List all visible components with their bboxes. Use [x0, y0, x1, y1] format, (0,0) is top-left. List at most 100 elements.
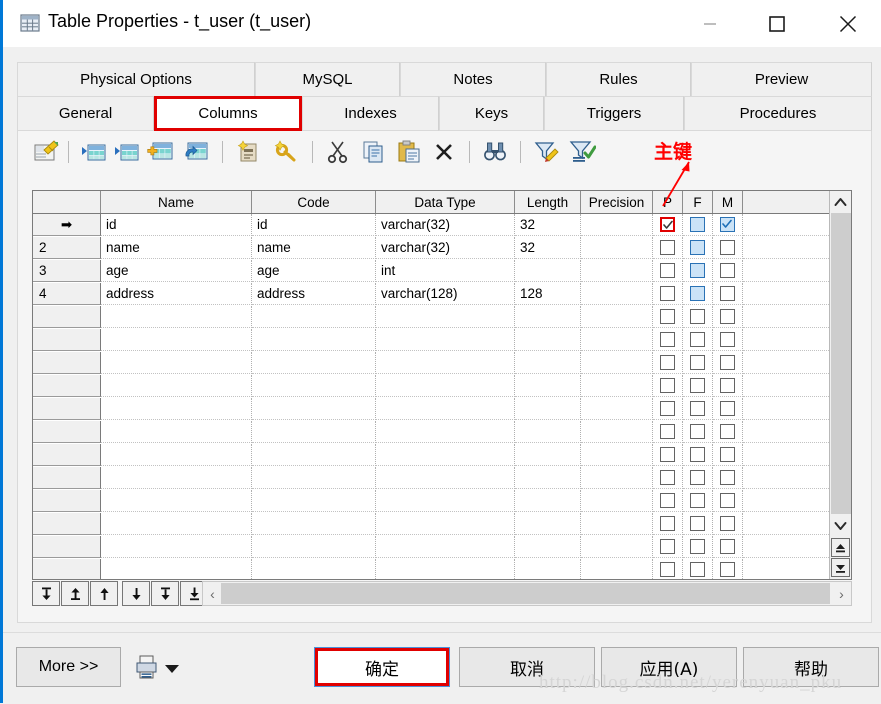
insert-row-before-icon[interactable] — [113, 138, 141, 166]
cell-code[interactable] — [252, 513, 376, 535]
cell-name[interactable] — [101, 444, 252, 466]
cell-name[interactable] — [101, 490, 252, 512]
customize-columns-icon[interactable] — [532, 138, 560, 166]
cell-datatype[interactable]: varchar(32) — [376, 237, 515, 259]
cell-datatype[interactable] — [376, 306, 515, 328]
tab-physical-options[interactable]: Physical Options — [17, 62, 255, 97]
checkbox-f[interactable] — [690, 539, 705, 554]
cell-length[interactable] — [515, 444, 581, 466]
cell-code[interactable] — [252, 536, 376, 558]
checkbox-m[interactable] — [720, 217, 735, 232]
cell-datatype[interactable]: varchar(128) — [376, 283, 515, 305]
cell-f[interactable] — [683, 559, 713, 579]
table-row[interactable] — [33, 306, 851, 329]
checkbox-m[interactable] — [720, 401, 735, 416]
checkbox-p[interactable] — [660, 493, 675, 508]
cell-precision[interactable] — [581, 306, 653, 328]
table-row[interactable] — [33, 329, 851, 352]
row-header[interactable]: 2 — [33, 237, 101, 259]
cell-code[interactable] — [252, 329, 376, 351]
add-key-icon[interactable] — [272, 138, 300, 166]
checkbox-m[interactable] — [720, 309, 735, 324]
row-header[interactable] — [33, 559, 101, 579]
cell-m[interactable] — [713, 559, 743, 579]
cell-f[interactable] — [683, 513, 713, 535]
checkbox-m[interactable] — [720, 562, 735, 577]
cell-precision[interactable] — [581, 398, 653, 420]
cell-f[interactable] — [683, 329, 713, 351]
cell-code[interactable]: name — [252, 237, 376, 259]
checkbox-f[interactable] — [690, 217, 705, 232]
row-header[interactable] — [33, 352, 101, 374]
row-header[interactable] — [33, 490, 101, 512]
table-row[interactable] — [33, 559, 851, 579]
row-header[interactable] — [33, 398, 101, 420]
cell-precision[interactable] — [581, 283, 653, 305]
cell-datatype[interactable] — [376, 467, 515, 489]
cell-name[interactable] — [101, 421, 252, 443]
grid-header-datatype[interactable]: Data Type — [376, 191, 515, 213]
checkbox-m[interactable] — [720, 355, 735, 370]
checkbox-p[interactable] — [660, 286, 675, 301]
checkbox-m[interactable] — [720, 493, 735, 508]
table-row[interactable] — [33, 490, 851, 513]
cell-p[interactable] — [653, 283, 683, 305]
cell-spare[interactable] — [743, 260, 829, 282]
cell-precision[interactable] — [581, 375, 653, 397]
cell-spare[interactable] — [743, 490, 829, 512]
cell-m[interactable] — [713, 283, 743, 305]
checkbox-p[interactable] — [660, 424, 675, 439]
cell-p[interactable] — [653, 467, 683, 489]
cell-p[interactable] — [653, 398, 683, 420]
grid-header-m[interactable]: M — [713, 191, 743, 213]
grid-header-length[interactable]: Length — [515, 191, 581, 213]
cell-code[interactable] — [252, 352, 376, 374]
cell-p[interactable] — [653, 444, 683, 466]
cell-f[interactable] — [683, 398, 713, 420]
table-row[interactable]: 2 name name varchar(32) 32 — [33, 237, 851, 260]
checkbox-p[interactable] — [660, 217, 675, 232]
cell-code[interactable] — [252, 444, 376, 466]
hscroll-right-arrow[interactable]: › — [833, 582, 850, 605]
checkbox-f[interactable] — [690, 424, 705, 439]
table-row[interactable] — [33, 352, 851, 375]
cell-length[interactable] — [515, 467, 581, 489]
properties-icon[interactable] — [32, 138, 60, 166]
checkbox-f[interactable] — [690, 470, 705, 485]
cell-f[interactable] — [683, 421, 713, 443]
checkbox-f[interactable] — [690, 286, 705, 301]
cell-code[interactable] — [252, 421, 376, 443]
row-header[interactable] — [33, 421, 101, 443]
row-header[interactable]: 4 — [33, 283, 101, 305]
cell-length[interactable] — [515, 536, 581, 558]
tab-triggers[interactable]: Triggers — [544, 96, 684, 131]
cell-name[interactable]: age — [101, 260, 252, 282]
copy-icon[interactable] — [360, 138, 388, 166]
cell-spare[interactable] — [743, 559, 829, 579]
print-icon[interactable] — [136, 655, 158, 679]
paste-icon[interactable] — [395, 138, 423, 166]
cell-length[interactable]: 32 — [515, 237, 581, 259]
checkbox-f[interactable] — [690, 447, 705, 462]
grid-header-rownum[interactable] — [33, 191, 101, 213]
cell-m[interactable] — [713, 214, 743, 236]
table-row[interactable] — [33, 398, 851, 421]
cell-m[interactable] — [713, 329, 743, 351]
cell-spare[interactable] — [743, 352, 829, 374]
checkbox-p[interactable] — [660, 332, 675, 347]
cell-datatype[interactable]: varchar(32) — [376, 214, 515, 236]
checkbox-m[interactable] — [720, 332, 735, 347]
cell-length[interactable] — [515, 260, 581, 282]
checkbox-f[interactable] — [690, 355, 705, 370]
cell-p[interactable] — [653, 329, 683, 351]
cell-p[interactable] — [653, 490, 683, 512]
cell-spare[interactable] — [743, 237, 829, 259]
cell-p[interactable] — [653, 559, 683, 579]
cell-spare[interactable] — [743, 306, 829, 328]
cut-icon[interactable] — [324, 138, 352, 166]
cell-name[interactable] — [101, 536, 252, 558]
nav-prev-icon[interactable] — [90, 581, 118, 606]
cell-code[interactable] — [252, 398, 376, 420]
tab-indexes[interactable]: Indexes — [302, 96, 439, 131]
cell-name[interactable] — [101, 513, 252, 535]
